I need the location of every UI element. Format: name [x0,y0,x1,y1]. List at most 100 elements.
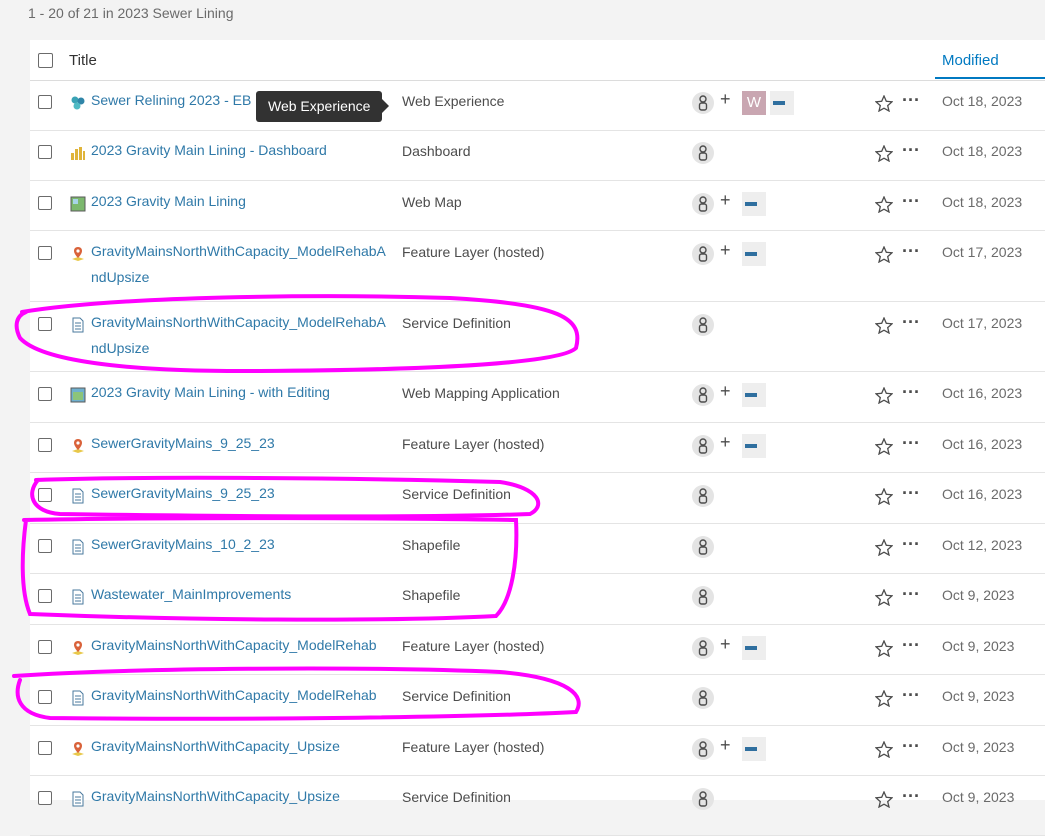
favorite-button[interactable] [874,790,894,813]
favorite-button[interactable] [874,94,894,117]
item-type: Dashboard [402,143,471,159]
group-thumbnail[interactable] [742,192,766,216]
group-thumbnail[interactable] [742,434,766,458]
favorite-button[interactable] [874,487,894,510]
row-checkbox[interactable] [38,95,52,109]
sharing-owner-icon[interactable] [692,142,714,164]
row-checkbox[interactable] [38,640,52,654]
table-row: SewerGravityMains_10_2_23 Shapefile ··· Oct… [30,524,1045,574]
row-checkbox[interactable] [38,387,52,401]
item-type: Feature Layer (hosted) [402,244,545,260]
more-options-button[interactable]: ··· [902,736,920,757]
more-options-button[interactable]: ··· [902,191,920,212]
favorite-button[interactable] [874,386,894,409]
item-type: Shapefile [402,537,461,553]
row-checkbox[interactable] [38,690,52,704]
item-title-link[interactable]: GravityMainsNorthWithCapacity_ModelRehab… [91,309,391,361]
modified-date: Oct 18, 2023 [942,143,1023,159]
sharing-owner-icon[interactable] [692,485,714,507]
favorite-button[interactable] [874,689,894,712]
item-title-link[interactable]: GravityMainsNorthWithCapacity_ModelRehab [91,682,391,708]
sharing-owner-icon[interactable] [692,687,714,709]
more-options-button[interactable]: ··· [902,140,920,161]
table-row: 2023 Gravity Main Lining - with Editing W… [30,372,1045,423]
sharing-owner-icon[interactable] [692,243,714,265]
favorite-button[interactable] [874,316,894,339]
sharing-owner-icon[interactable] [692,314,714,336]
favorite-button[interactable] [874,144,894,167]
more-options-button[interactable]: ··· [902,433,920,454]
select-all-checkbox[interactable] [38,53,53,68]
sharing-owner-icon[interactable] [692,92,714,114]
favorite-button[interactable] [874,437,894,460]
more-options-button[interactable]: ··· [902,635,920,656]
sharing-owner-icon[interactable] [692,536,714,558]
row-checkbox[interactable] [38,145,52,159]
item-title-link[interactable]: GravityMainsNorthWithCapacity_Upsize [91,733,391,759]
favorite-button[interactable] [874,639,894,662]
group-thumbnail[interactable] [742,636,766,660]
favorite-button[interactable] [874,195,894,218]
more-options-button[interactable]: ··· [902,584,920,605]
document-icon [70,539,86,555]
item-title-link[interactable]: GravityMainsNorthWithCapacity_ModelRehab… [91,238,391,290]
star-icon [874,487,894,506]
more-options-button[interactable]: ··· [902,312,920,333]
more-options-button[interactable]: ··· [902,483,920,504]
row-checkbox[interactable] [38,741,52,755]
row-checkbox[interactable] [38,317,52,331]
sharing-owner-icon[interactable] [692,384,714,406]
modified-date: Oct 9, 2023 [942,688,1015,704]
table-row: Wastewater_MainImprovements Shapefile ··· O… [30,574,1045,625]
group-thumbnail[interactable] [770,91,794,115]
favorite-button[interactable] [874,245,894,268]
row-checkbox[interactable] [38,589,52,603]
row-checkbox[interactable] [38,488,52,502]
more-options-button[interactable]: ··· [902,241,920,262]
table-row: SewerGravityMains_9_25_23 Feature Layer (… [30,423,1045,473]
favorite-button[interactable] [874,740,894,763]
more-options-button[interactable]: ··· [902,685,920,706]
favorite-button[interactable] [874,538,894,561]
table-row: GravityMainsNorthWithCapacity_ModelRehab… [30,231,1045,302]
row-checkbox[interactable] [38,246,52,260]
sharing-owner-icon[interactable] [692,738,714,760]
more-options-button[interactable]: ··· [902,90,920,111]
sharing-owner-icon[interactable] [692,637,714,659]
row-checkbox[interactable] [38,539,52,553]
sharing-owner-icon[interactable] [692,193,714,215]
table-row: GravityMainsNorthWithCapacity_ModelRehab… [30,675,1045,726]
document-icon [70,488,86,504]
item-title-link[interactable]: GravityMainsNorthWithCapacity_Upsize [91,783,391,809]
modified-column-header[interactable]: Modified [935,40,1045,79]
table-row: GravityMainsNorthWithCapacity_Upsize Serv… [30,776,1045,836]
group-avatar-w[interactable]: W [742,91,766,115]
item-title-link[interactable]: SewerGravityMains_9_25_23 [91,480,391,506]
modified-date: Oct 16, 2023 [942,385,1023,401]
sharing-owner-icon[interactable] [692,788,714,810]
item-title-link[interactable]: GravityMainsNorthWithCapacity_ModelRehab [91,632,391,658]
favorite-button[interactable] [874,588,894,611]
sharing-owner-icon[interactable] [692,586,714,608]
more-options-button[interactable]: ··· [902,534,920,555]
item-title-link[interactable]: 2023 Gravity Main Lining - Dashboard [91,137,391,163]
star-icon [874,689,894,708]
group-thumbnail[interactable] [742,737,766,761]
group-thumbnail[interactable] [742,242,766,266]
row-checkbox[interactable] [38,791,52,805]
item-title-link[interactable]: SewerGravityMains_9_25_23 [91,430,391,456]
group-thumbnail[interactable] [742,383,766,407]
item-type: Feature Layer (hosted) [402,739,545,755]
star-icon [874,437,894,456]
title-column-header[interactable]: Title [69,52,97,69]
star-icon [874,639,894,658]
item-title-link[interactable]: SewerGravityMains_10_2_23 [91,531,391,557]
more-options-button[interactable]: ··· [902,786,920,807]
item-title-link[interactable]: 2023 Gravity Main Lining [91,188,391,214]
row-checkbox[interactable] [38,196,52,210]
sharing-owner-icon[interactable] [692,435,714,457]
more-options-button[interactable]: ··· [902,382,920,403]
item-title-link[interactable]: 2023 Gravity Main Lining - with Editing [91,379,391,405]
row-checkbox[interactable] [38,438,52,452]
item-title-link[interactable]: Wastewater_MainImprovements [91,581,391,607]
